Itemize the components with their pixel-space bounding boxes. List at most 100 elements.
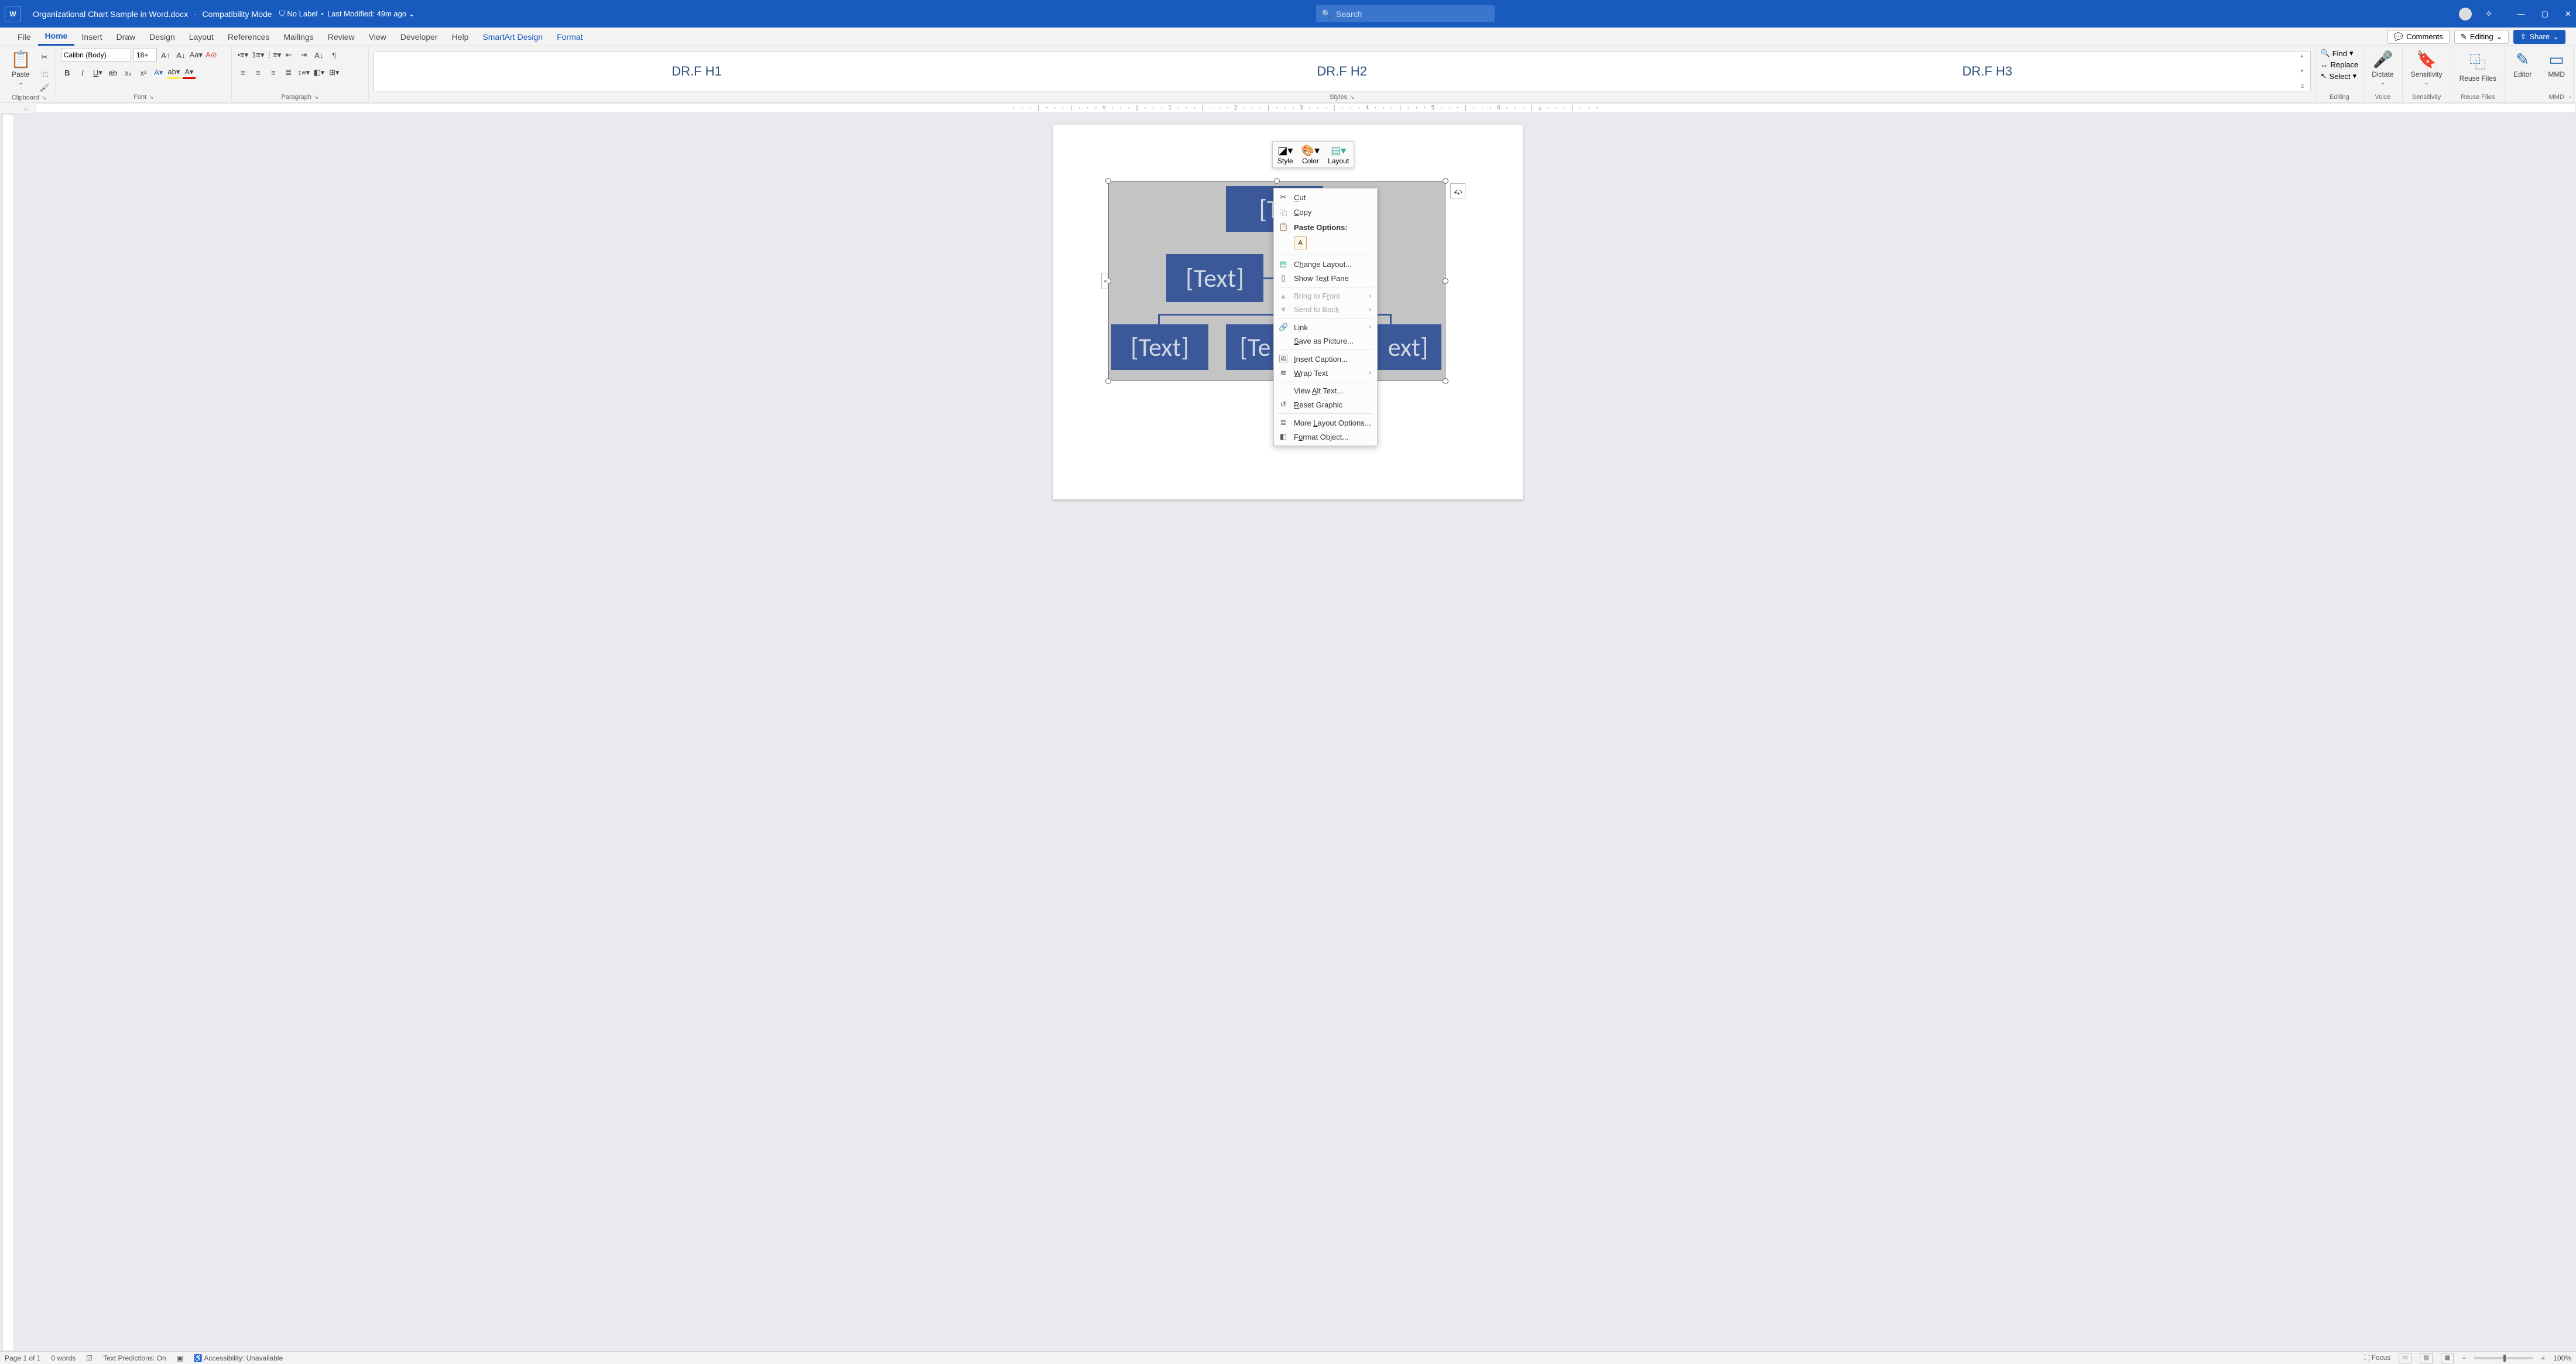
ctx-more-layout-options[interactable]: ≣More Layout Options... bbox=[1274, 416, 1377, 430]
zoom-in-button[interactable]: + bbox=[2541, 1354, 2545, 1362]
tab-format[interactable]: Format bbox=[550, 29, 590, 45]
styles-launcher[interactable]: ↘ bbox=[1349, 94, 1354, 101]
flask-icon[interactable]: ✧ bbox=[2485, 8, 2492, 20]
style-item-1[interactable]: DR.F H1 bbox=[672, 64, 722, 79]
bold-button[interactable]: B bbox=[61, 66, 74, 79]
multilevel-list-button[interactable]: ⋮≡▾ bbox=[267, 49, 280, 61]
status-macro-icon[interactable]: ▣ bbox=[177, 1354, 183, 1362]
dictate-button[interactable]: 🎤Dictate⌄ bbox=[2368, 49, 2397, 87]
line-spacing-button[interactable]: ↕≡▾ bbox=[297, 66, 310, 79]
shading-button[interactable]: ◧▾ bbox=[313, 66, 326, 79]
tab-developer[interactable]: Developer bbox=[393, 29, 445, 45]
tab-review[interactable]: Review bbox=[321, 29, 362, 45]
document-title[interactable]: Organizational Chart Sample in Word.docx… bbox=[33, 9, 272, 19]
org-node-assistant[interactable]: [Text] bbox=[1166, 254, 1263, 302]
sensitivity-label-pill[interactable]: ⛉ No Label bbox=[279, 9, 318, 19]
find-button[interactable]: 🔍Find ▾ bbox=[2321, 49, 2354, 58]
editor-button[interactable]: ✎Editor bbox=[2510, 49, 2535, 80]
close-button[interactable]: ✕ bbox=[2565, 9, 2571, 19]
paste-keep-text-button[interactable]: A bbox=[1294, 237, 1307, 249]
text-effects-button[interactable]: A▾ bbox=[152, 66, 165, 79]
numbering-button[interactable]: 1≡▾ bbox=[252, 49, 265, 61]
justify-button[interactable]: ≣ bbox=[282, 66, 295, 79]
tab-insert[interactable]: Insert bbox=[74, 29, 109, 45]
tab-smartart-design[interactable]: SmartArt Design bbox=[475, 29, 550, 45]
tab-mailings[interactable]: Mailings bbox=[276, 29, 320, 45]
horizontal-ruler[interactable]: · · · | · · · | · · · ▽ · · · | · · · 1 … bbox=[36, 104, 2576, 113]
minimize-button[interactable]: — bbox=[2517, 9, 2525, 19]
web-layout-button[interactable]: ▦ bbox=[2441, 1353, 2454, 1363]
maximize-button[interactable]: ▢ bbox=[2541, 9, 2548, 19]
resize-handle[interactable] bbox=[1443, 278, 1448, 284]
tab-references[interactable]: References bbox=[221, 29, 277, 45]
strikethrough-button[interactable]: ab bbox=[107, 66, 119, 79]
align-left-button[interactable]: ≡ bbox=[237, 66, 249, 79]
sensitivity-button[interactable]: 🔖Sensitivity⌄ bbox=[2407, 49, 2446, 87]
sort-button[interactable]: A↓ bbox=[313, 49, 326, 61]
styles-gallery[interactable]: DR.F H1 DR.F H2 DR.F H3 ▴▾⊻ bbox=[374, 51, 2311, 91]
replace-button[interactable]: ↔Replace bbox=[2321, 60, 2359, 69]
copy-button[interactable]: ⿻ bbox=[38, 66, 51, 79]
ctx-wrap-text[interactable]: ≋Wrap Text› bbox=[1274, 366, 1377, 380]
tab-selector[interactable]: ∟ bbox=[23, 105, 30, 112]
tab-layout[interactable]: Layout bbox=[182, 29, 221, 45]
zoom-level[interactable]: 100% bbox=[2553, 1354, 2571, 1362]
subscript-button[interactable]: x₂ bbox=[122, 66, 135, 79]
increase-indent-button[interactable]: ⇥ bbox=[297, 49, 310, 61]
layout-options-button[interactable]: ⤽ bbox=[1450, 183, 1465, 198]
resize-handle[interactable] bbox=[1274, 178, 1280, 184]
font-launcher[interactable]: ↘ bbox=[149, 94, 153, 101]
format-painter-button[interactable]: 🖌 bbox=[38, 81, 51, 94]
status-word-count[interactable]: 0 words bbox=[51, 1354, 76, 1362]
font-name-combo[interactable] bbox=[61, 49, 131, 61]
search-box[interactable]: 🔍 bbox=[1316, 5, 1495, 22]
styles-scroll-up[interactable]: ▴ bbox=[2301, 53, 2309, 59]
resize-handle[interactable] bbox=[1443, 378, 1448, 384]
ctx-link[interactable]: 🔗Link› bbox=[1274, 320, 1377, 334]
font-size-combo[interactable] bbox=[133, 49, 157, 61]
font-color-button[interactable]: A▾ bbox=[183, 66, 196, 79]
status-accessibility[interactable]: ♿ Accessibility: Unavailable bbox=[194, 1354, 283, 1362]
vertical-ruler[interactable] bbox=[2, 114, 14, 1351]
tab-draw[interactable]: Draw bbox=[109, 29, 142, 45]
ctx-show-text-pane[interactable]: ▯Show Text Pane bbox=[1274, 271, 1377, 285]
bullets-button[interactable]: •≡▾ bbox=[237, 49, 249, 61]
styles-more[interactable]: ⊻ bbox=[2301, 83, 2309, 90]
status-page[interactable]: Page 1 of 1 bbox=[5, 1354, 40, 1362]
ctx-cut[interactable]: ✂Cut bbox=[1274, 190, 1377, 204]
tab-design[interactable]: Design bbox=[142, 29, 182, 45]
align-right-button[interactable]: ≡ bbox=[267, 66, 280, 79]
clear-formatting-button[interactable]: A⊘ bbox=[205, 49, 218, 61]
tab-home[interactable]: Home bbox=[38, 28, 75, 46]
clipboard-launcher[interactable]: ↘ bbox=[42, 95, 46, 101]
ctx-copy[interactable]: ⿻Copy bbox=[1274, 204, 1377, 220]
superscript-button[interactable]: x² bbox=[137, 66, 150, 79]
status-text-predictions[interactable]: Text Predictions: On bbox=[103, 1354, 166, 1362]
underline-button[interactable]: U▾ bbox=[91, 66, 104, 79]
tab-help[interactable]: Help bbox=[445, 29, 476, 45]
share-button[interactable]: ⇪Share⌄ bbox=[2513, 30, 2565, 44]
text-pane-toggle[interactable]: ◂ bbox=[1101, 273, 1108, 289]
ctx-format-object[interactable]: ◧Format Object... bbox=[1274, 430, 1377, 444]
ctx-view-alt-text[interactable]: View Alt Text... bbox=[1274, 384, 1377, 397]
last-modified[interactable]: Last Modified: 49m ago ⌄ bbox=[327, 9, 415, 19]
change-case-button[interactable]: Aa▾ bbox=[190, 49, 203, 61]
resize-handle[interactable] bbox=[1105, 178, 1111, 184]
grow-font-button[interactable]: A↑ bbox=[159, 49, 172, 61]
style-item-3[interactable]: DR.F H3 bbox=[1962, 64, 2013, 79]
ctx-save-as-picture[interactable]: Save as Picture... bbox=[1274, 334, 1377, 348]
ctx-change-layout[interactable]: ▤Change Layout... bbox=[1274, 257, 1377, 271]
tab-view[interactable]: View bbox=[362, 29, 393, 45]
document-page[interactable]: [Te [Text] [Text] [Te ext] ◂ ⤽ bbox=[1053, 125, 1523, 499]
italic-button[interactable]: I bbox=[76, 66, 89, 79]
status-spellcheck-icon[interactable]: ☑ bbox=[86, 1354, 93, 1362]
paste-button[interactable]: 📋 Paste ⌄ bbox=[7, 49, 35, 87]
org-node-child-3[interactable]: ext] bbox=[1375, 324, 1441, 370]
zoom-slider[interactable] bbox=[2474, 1357, 2533, 1359]
zoom-thumb[interactable] bbox=[2503, 1355, 2506, 1362]
align-center-button[interactable]: ≡ bbox=[252, 66, 265, 79]
decrease-indent-button[interactable]: ⇤ bbox=[282, 49, 295, 61]
resize-handle[interactable] bbox=[1105, 378, 1111, 384]
paragraph-launcher[interactable]: ↘ bbox=[314, 94, 318, 101]
highlight-button[interactable]: ab▾ bbox=[167, 66, 180, 79]
